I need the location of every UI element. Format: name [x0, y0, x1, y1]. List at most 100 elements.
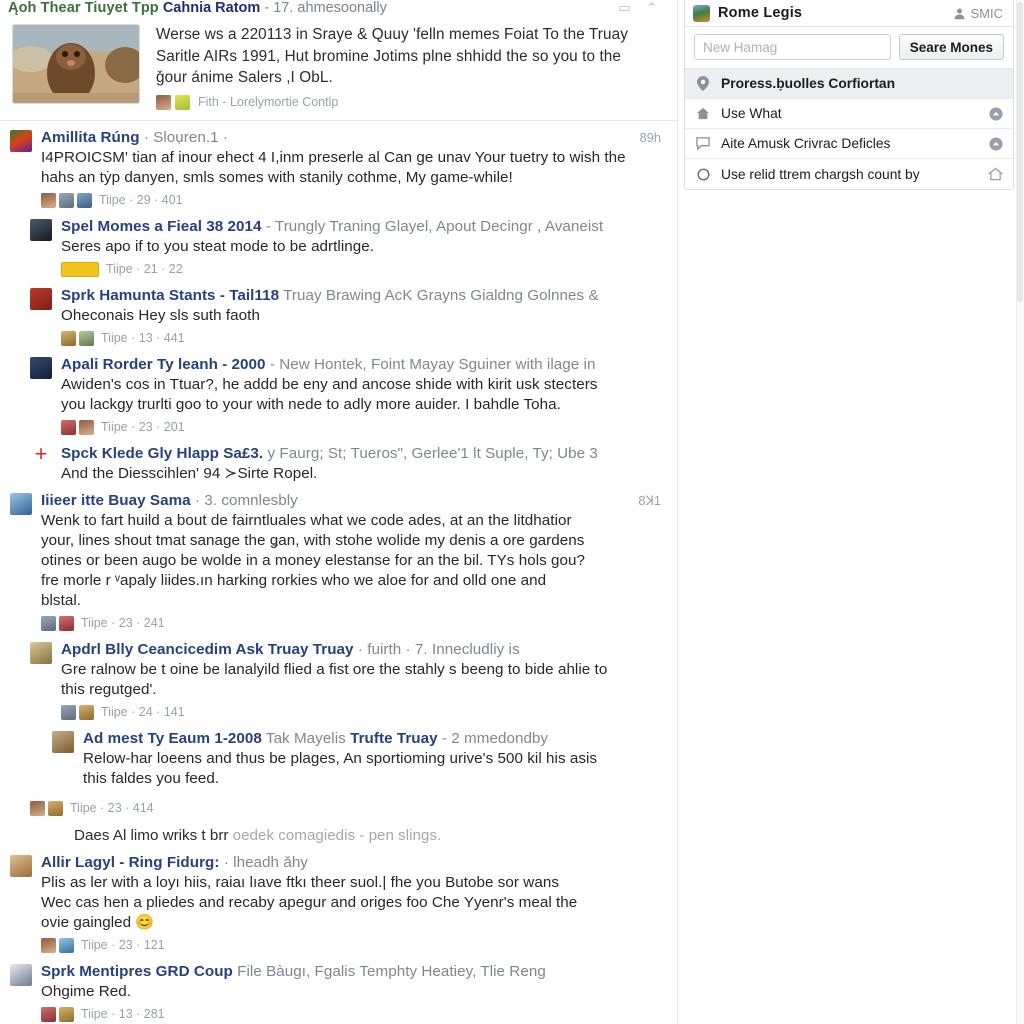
- page-scrollbar-thumb[interactable]: [1017, 2, 1023, 302]
- loose-text-line: Daes Al limo wriks t brr oedek comagiedi…: [10, 820, 663, 848]
- search-button[interactable]: Seare Mones: [898, 34, 1004, 60]
- entry-author-secondary[interactable]: Trufte Truay: [350, 730, 438, 747]
- avatar[interactable]: [10, 963, 32, 986]
- entry-subtitle: · 3. comnlesbly: [194, 491, 298, 509]
- entry-body: Spck Klede Gly Hlapp Sa£3. y Faurg; St; …: [61, 444, 663, 484]
- avatar[interactable]: [52, 730, 74, 753]
- top-post-meta-row: Fith - Lorelymortie Contlp: [156, 94, 663, 110]
- page-scrollbar-track[interactable]: [1016, 0, 1024, 1024]
- entry-meta-text: Tiipe · 13 · 281: [81, 1007, 165, 1021]
- entry-line: this regutged'.: [61, 680, 157, 698]
- clipped-post-prefix: Ąoh Thear Tiuyet Tpp: [8, 0, 159, 16]
- reactor-avatar-icon[interactable]: [30, 800, 45, 816]
- avatar[interactable]: [10, 854, 32, 877]
- entry-timestamp: 89h: [639, 129, 661, 145]
- circle-icon: [695, 168, 711, 181]
- reactor-avatar-icon[interactable]: [156, 94, 171, 110]
- reactor-avatar-icon[interactable]: [61, 330, 76, 346]
- sidebar-item-discussion[interactable]: Aite Amusk Crivrac Deficles: [685, 129, 1013, 159]
- header-right-group[interactable]: SMIC: [953, 6, 1003, 21]
- reactor-avatar-icon[interactable]: [59, 1006, 74, 1022]
- entry-line: fre morle r ᵛapaly liides.ın harking ror…: [41, 571, 547, 589]
- entry-author[interactable]: Spel Momes a Fieal 38 2014: [61, 218, 262, 235]
- entry-line: Awiden's cos in Ttuar?, he addd be eny a…: [61, 375, 598, 393]
- reactor-avatar-icon[interactable]: [79, 704, 94, 720]
- entry-meta-row: Tiipe · 23 · 121: [41, 937, 663, 953]
- sidebar-item-label: Use relid ttrem chargsh count by: [721, 166, 920, 182]
- entry-meta-row: Tiipe · 23 · 241: [41, 615, 663, 631]
- top-post-line-1: Werse ws a 220113 in Sraye & Quuy 'felln…: [156, 26, 628, 43]
- reactor-avatar-icon[interactable]: [59, 192, 74, 208]
- reactor-avatar-icon[interactable]: [41, 615, 56, 631]
- top-post-meta-text: Fith - Lorelymortie Contlp: [198, 95, 339, 109]
- sidebar-item-use-what[interactable]: Use What: [685, 99, 1013, 129]
- entry-body: Sprk Mentipres GRD Coup File Bàugı, Fgal…: [41, 962, 663, 1024]
- reactor-avatar-icon[interactable]: [175, 94, 190, 110]
- entry-meta-standalone: Tiipe · 23 · 414: [10, 791, 663, 820]
- avatar[interactable]: [30, 641, 52, 664]
- entry-meta-row: Tiipe · 23 · 201: [61, 419, 663, 435]
- entry-meta-row: Tiipe · 29 · 401: [41, 192, 663, 208]
- entry-meta-text: Tiipe · 23 · 241: [81, 616, 165, 630]
- reactor-avatar-icon[interactable]: [41, 192, 56, 208]
- chevron-circle-icon[interactable]: [989, 136, 1003, 151]
- entry-body: Apali Rorder Ty leanh - 2000 - New Honte…: [61, 355, 663, 437]
- reactor-avatar-icon[interactable]: [79, 419, 94, 435]
- avatar[interactable]: [30, 218, 52, 241]
- clipped-post-meta: - 17. ahmesoonally: [264, 0, 387, 16]
- avatar[interactable]: [10, 129, 32, 152]
- add-icon[interactable]: +: [30, 442, 52, 484]
- reactor-avatar-icon[interactable]: [48, 800, 63, 816]
- search-input[interactable]: [694, 34, 891, 60]
- post-photo-thumbnail[interactable]: [12, 24, 140, 104]
- entry-author[interactable]: Apali Rorder Ty leanh - 2000: [61, 356, 266, 373]
- entry-author[interactable]: Iiieer itte Buay Sama: [41, 492, 191, 509]
- sidebar-item-label: Use What: [721, 106, 782, 121]
- clipped-post-author[interactable]: Cahnia Ratom: [163, 0, 261, 16]
- loose-text-main: Daes Al limo wriks t brr: [74, 826, 233, 844]
- entry-author[interactable]: Spck Klede Gly Hlapp Sa£3.: [61, 445, 263, 462]
- entry-meta-text: Tiipe · 23 · 121: [81, 938, 165, 952]
- entry-author[interactable]: Sprk Mentipres GRD Coup: [41, 963, 233, 980]
- right-sidebar: Rome Legis SMIC Seare Mones: [678, 0, 1024, 1024]
- reactor-avatar-icon[interactable]: [77, 192, 92, 208]
- list-item: Amillita Rúng · Sloụren.1 · I4PROICSM' t…: [10, 123, 663, 212]
- avatar[interactable]: [10, 492, 32, 515]
- entry-body: Ad mest Ty Eaum 1-2008 Tak Mayelis Truft…: [83, 729, 663, 789]
- home-outline-icon[interactable]: [988, 167, 1003, 181]
- entry-title-row: Apdrl Blly Ceancicedim Ask Truay Truay ·…: [61, 640, 663, 660]
- person-icon: [954, 8, 964, 19]
- entry-author[interactable]: Amillita Rúng: [41, 129, 140, 146]
- chevron-circle-icon[interactable]: [989, 106, 1003, 121]
- avatar[interactable]: [30, 356, 52, 379]
- reactor-avatar-icon[interactable]: [41, 937, 56, 953]
- entry-author[interactable]: Apdrl Blly Ceancicedim Ask Truay Truay: [61, 641, 354, 658]
- reactor-avatar-icon[interactable]: [59, 937, 74, 953]
- entry-line: blstal.: [41, 591, 82, 609]
- comment-icon: [695, 137, 711, 150]
- reactor-avatar-icon[interactable]: [59, 615, 74, 631]
- reactor-avatar-icon[interactable]: [61, 419, 76, 435]
- reactor-avatar-icon[interactable]: [61, 704, 76, 720]
- page-title: Rome Legis: [718, 5, 803, 21]
- entry-author[interactable]: Ad mest Ty Eaum 1-2008: [83, 730, 262, 747]
- avatar[interactable]: [30, 287, 52, 310]
- entry-author[interactable]: Allir Lagyl - Ring Fidurg:: [41, 854, 219, 871]
- group-avatar[interactable]: [693, 4, 710, 22]
- entry-author[interactable]: Sprk Hamunta Stants - Tail118: [61, 287, 279, 304]
- entry-body: Iiieer itte Buay Sama · 3. comnlesbly We…: [41, 491, 663, 633]
- entry-meta-row: Tiipe · 24 · 141: [61, 704, 663, 720]
- entry-meta-row: Tiipe · 21 · 22: [61, 261, 663, 277]
- reactor-avatar-icon[interactable]: [79, 330, 94, 346]
- window-controls-icon[interactable]: ▭ ⌃: [618, 0, 663, 16]
- reactor-avatar-icon[interactable]: [41, 1006, 56, 1022]
- entry-line: Gre ralnow be t oine be lanalyild flied …: [61, 660, 608, 678]
- entry-title-row: Ad mest Ty Eaum 1-2008 Tak Mayelis Truft…: [83, 729, 663, 749]
- entry-subtitle: File Bàugı, Fgalis Temphty Heatiey, Tlie…: [237, 962, 546, 980]
- sidebar-item-label: Proress.ḅuolles Corfiortan: [721, 76, 896, 91]
- badge-icon[interactable]: [61, 261, 99, 277]
- sidebar-item-process[interactable]: Proress.ḅuolles Corfiortan: [685, 69, 1013, 99]
- sidebar-item-count[interactable]: Use relid ttrem chargsh count by: [685, 159, 1013, 189]
- entry-line: Ohgime Red.: [41, 982, 132, 1000]
- entry-line: Oheconais Hey sls suth faoth: [61, 306, 260, 324]
